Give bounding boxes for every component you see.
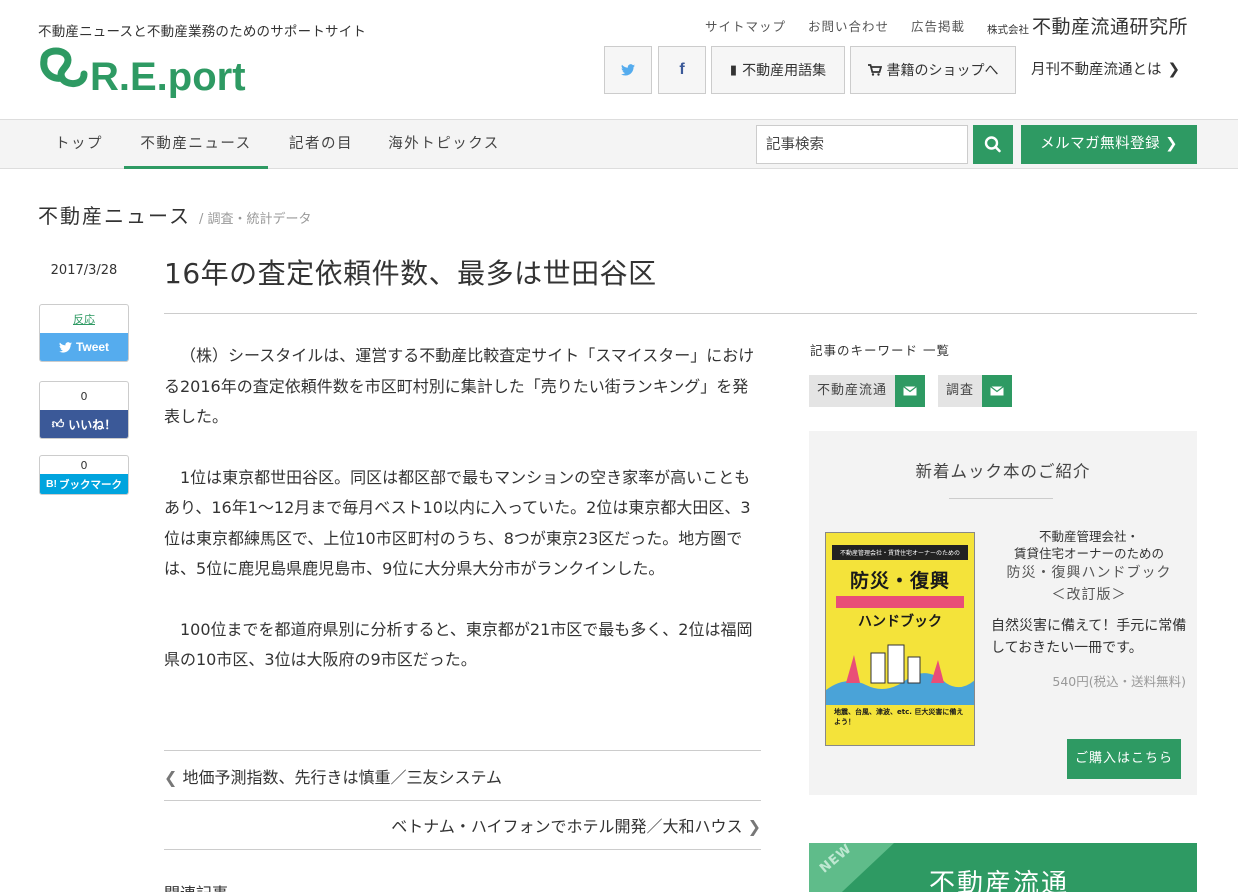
article-title: 16年の査定依頼件数、最多は世田谷区: [164, 257, 657, 290]
article-date: 2017/3/28: [50, 263, 118, 278]
keyword-tag[interactable]: 調査: [938, 375, 1013, 407]
tweet-count[interactable]: 反応: [40, 305, 128, 334]
thumbs-up-icon: 👍︎: [51, 416, 65, 431]
hatena-count: 0: [80, 459, 88, 472]
site-header: 不動産ニュースと不動産業務のためのサポートサイト R.E.port サイトマップ…: [0, 0, 1238, 120]
divider: [949, 498, 1053, 499]
mail-icon: [895, 375, 926, 407]
site-tagline: 不動産ニュースと不動産業務のためのサポートサイト: [38, 24, 367, 40]
prev-article-link[interactable]: ❮ 地価予測指数、先行きは慎重／三友システム: [164, 764, 502, 788]
keyword-tag[interactable]: 不動産流通: [809, 375, 926, 407]
tweet-button[interactable]: Tweet: [40, 333, 128, 361]
glossary-button[interactable]: ▮ 不動産用語集: [711, 46, 845, 94]
hatena-button[interactable]: B! ブックマーク: [40, 474, 128, 494]
utility-links: サイトマップ お問い合わせ 広告掲載 株式会社 不動産流通研究所: [683, 12, 1188, 39]
prevnext-divider-top: [164, 750, 761, 751]
nav-reporter-eye[interactable]: 記者の目: [276, 120, 366, 169]
company-name[interactable]: 株式会社 不動産流通研究所: [987, 12, 1188, 39]
article-paragraph: （株）シースタイルは、運営する不動産比較査定サイト「スマイスター」における201…: [164, 346, 755, 426]
article-paragraph: 100位までを都道府県別に分析すると、東京都が21市区で最も多く、2位は福岡県の…: [164, 619, 753, 670]
nav-overseas-topics[interactable]: 海外トピックス: [376, 120, 512, 169]
facebook-button[interactable]: f: [658, 46, 706, 94]
chevron-right-icon: ❯: [1167, 59, 1181, 78]
prevnext-divider-bottom: [164, 849, 761, 850]
shop-button[interactable]: 書籍のショップへ: [850, 46, 1016, 94]
chevron-left-icon: ❮: [164, 768, 178, 787]
mail-icon: [982, 375, 1013, 407]
hatena-bookmark-box[interactable]: 0 B! ブックマーク: [39, 455, 129, 495]
twitter-button[interactable]: [604, 46, 652, 94]
cart-icon: [867, 64, 882, 76]
book-icon: ▮: [729, 62, 738, 78]
mook-description: 自然災害に備えて！手元に常備しておきたい一冊です。: [991, 618, 1187, 656]
chevron-right-icon: ❯: [1165, 136, 1178, 152]
monthly-magazine-link[interactable]: 月刊不動産流通とは ❯: [1031, 58, 1180, 79]
contact-link[interactable]: お問い合わせ: [808, 16, 889, 35]
facebook-like-box[interactable]: 0 👍︎ いいね！: [39, 381, 129, 439]
search-input[interactable]: [756, 125, 968, 164]
buy-button[interactable]: ご購入はこちら: [1067, 739, 1181, 779]
svg-text:R.E.port: R.E.port: [90, 55, 246, 98]
article-paragraph: 1位は東京都世田谷区。同区は都区部で最もマンションの空き家率が高いこともあり、1…: [164, 467, 751, 579]
advertise-link[interactable]: 広告掲載: [911, 16, 965, 35]
sitemap-link[interactable]: サイトマップ: [705, 16, 786, 35]
mook-details: 不動産管理会社・ 賃貸住宅オーナーのための 防災・復興ハンドブック ＜改訂版＞ …: [989, 528, 1189, 690]
nav-top[interactable]: トップ: [40, 120, 118, 169]
like-count: 0: [80, 390, 88, 403]
related-articles-heading: 関連記事: [164, 880, 228, 892]
breadcrumb: 不動産ニュース / 調査・統計データ: [38, 200, 312, 229]
like-button[interactable]: 👍︎ いいね！: [40, 410, 128, 438]
facebook-icon: f: [679, 61, 685, 78]
breadcrumb-category[interactable]: 不動産ニュース: [38, 200, 191, 229]
mook-price: 540円(税込・送料無料): [1052, 674, 1186, 689]
nav-news[interactable]: 不動産ニュース: [124, 120, 268, 169]
newsletter-signup-button[interactable]: メルマガ無料登録 ❯: [1021, 125, 1197, 164]
search-button[interactable]: [973, 125, 1013, 164]
prevnext-divider-mid: [164, 800, 761, 801]
mook-promo: 新着ムック本のご紹介 不動産管理会社・賃貸住宅オーナーのための 防災・復興 ハン…: [809, 431, 1197, 795]
mook-name: 防災・復興ハンドブック: [1006, 565, 1172, 581]
tweet-share-box[interactable]: 反応 Tweet: [39, 304, 129, 362]
twitter-icon: [58, 341, 72, 353]
mook-promo-title: 新着ムック本のご紹介: [915, 462, 1091, 481]
banner-title: 不動産流通: [929, 869, 1070, 892]
breadcrumb-subcategory[interactable]: / 調査・統計データ: [199, 208, 312, 227]
title-divider: [164, 313, 1197, 314]
main-nav: トップ 不動産ニュース 記者の目 海外トピックス メルマガ無料登録 ❯: [0, 120, 1238, 169]
hatena-icon: B!: [45, 478, 58, 490]
magazine-banner[interactable]: NEW 不動産流通: [809, 843, 1197, 892]
keywords-title: 記事のキーワード 一覧: [810, 343, 950, 358]
site-logo[interactable]: R.E.port: [38, 46, 248, 98]
chevron-right-icon: ❯: [747, 817, 761, 836]
twitter-icon: [621, 64, 635, 76]
book-cover-image[interactable]: 不動産管理会社・賃貸住宅オーナーのための 防災・復興 ハンドブック 地震、台風、…: [825, 532, 975, 746]
article-body: （株）シースタイルは、運営する不動産比較査定サイト「スマイスター」における201…: [164, 341, 764, 706]
next-article-link[interactable]: ベトナム・ハイフォンでホテル開発／大和ハウス ❯: [391, 813, 761, 837]
search-icon: [984, 136, 1001, 153]
